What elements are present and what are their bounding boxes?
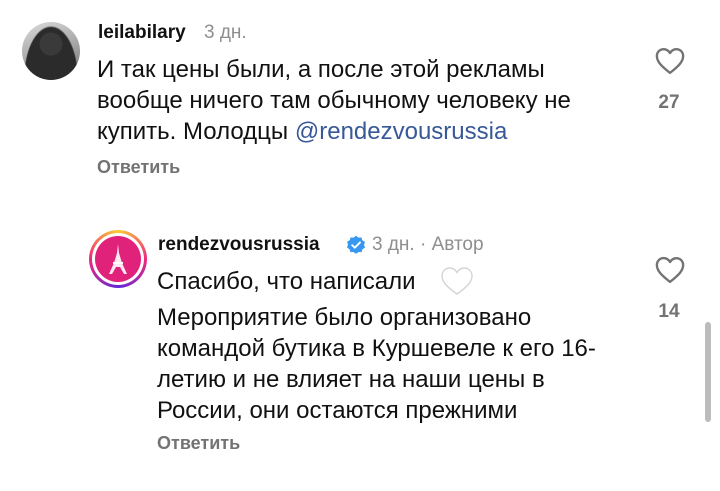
heart-outline-icon[interactable] <box>655 256 685 284</box>
avatar-leilabilary[interactable] <box>22 22 80 80</box>
avatar-rendezvousrussia[interactable] <box>89 230 147 288</box>
verified-badge-icon <box>347 235 365 254</box>
comment-meta: 3 дн. · Автор <box>372 234 484 255</box>
comment-username[interactable]: rendezvousrussia <box>158 234 320 256</box>
white-heart-emoji <box>441 267 473 295</box>
like-count: 14 <box>658 301 680 322</box>
comment-username[interactable]: leilabilary <box>98 22 186 44</box>
comment-body: Мероприятие было организовано командой б… <box>157 304 596 424</box>
brand-logo <box>95 236 141 282</box>
reply-button[interactable]: Ответить <box>97 157 180 178</box>
comment-text-line: Спасибо, что написали <box>157 268 416 295</box>
comments-thread: leilabilary 3 дн. И так цены были, а пос… <box>0 0 720 491</box>
scrollbar[interactable] <box>705 322 711 422</box>
eiffel-tower-icon <box>109 244 127 274</box>
heart-outline-icon[interactable] <box>655 47 685 75</box>
reply-button[interactable]: Ответить <box>157 433 240 454</box>
like-count: 27 <box>658 92 680 113</box>
comment-text: И так цены были, а после этой рекламы во… <box>97 54 637 147</box>
mention-link[interactable]: @rendezvousrussia <box>295 118 507 145</box>
comment-timestamp: 3 дн. <box>204 22 247 43</box>
